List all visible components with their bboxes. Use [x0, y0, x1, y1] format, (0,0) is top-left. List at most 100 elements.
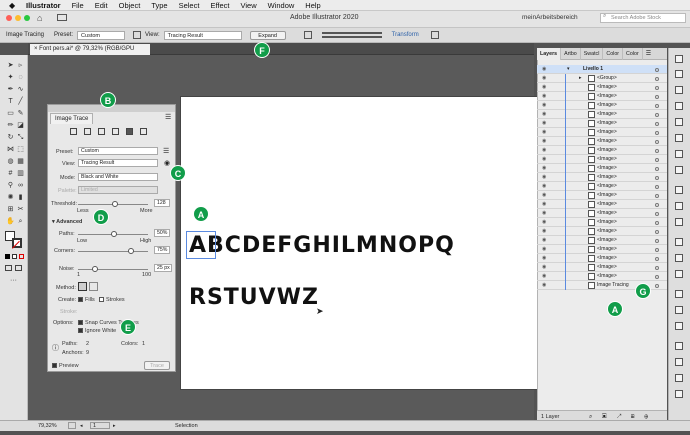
menu-app[interactable]: Illustrator [26, 1, 61, 10]
visibility-eye-icon[interactable]: ◉ [542, 254, 546, 263]
apple-icon[interactable]: ◆ [9, 1, 15, 10]
rectangle-tool-icon[interactable]: ▭ [6, 109, 15, 118]
visibility-eye-icon[interactable]: ◉ [542, 281, 546, 290]
paintbrush-icon[interactable]: ✎ [16, 109, 25, 118]
target-circle-icon[interactable] [655, 113, 659, 117]
layer-name[interactable]: <Image> [597, 101, 617, 110]
menu-type[interactable]: Type [151, 1, 167, 10]
visibility-eye-icon[interactable]: ◉ [542, 272, 546, 281]
fills-checkbox[interactable] [78, 297, 83, 302]
type-tool-icon[interactable]: T [6, 97, 15, 106]
symbols-panel-icon[interactable] [675, 134, 683, 142]
view-dropdown[interactable]: Tracing Result [163, 30, 242, 40]
eraser-icon[interactable]: ◪ [16, 121, 25, 130]
visibility-eye-icon[interactable]: ◉ [542, 119, 546, 128]
screen-mode-icon[interactable] [15, 265, 22, 271]
rotate-tool-icon[interactable]: ↻ [6, 133, 15, 142]
menu-file[interactable]: File [72, 1, 84, 10]
layer-name[interactable]: <Image> [597, 146, 617, 155]
document-tab[interactable]: × Font pers.ai* @ 79,32% (RGB/GPU Previe… [30, 44, 150, 63]
scale-tool-icon[interactable]: ⤡ [16, 133, 25, 142]
opentype-panel-icon[interactable] [675, 322, 683, 330]
layer-row[interactable]: ◉ <Image> [537, 101, 667, 110]
menu-effect[interactable]: Effect [210, 1, 229, 10]
trace-button[interactable]: Trace [144, 361, 170, 370]
target-circle-icon[interactable] [655, 149, 659, 153]
abutting-method-icon[interactable] [78, 282, 87, 291]
menu-window[interactable]: Window [268, 1, 295, 10]
visibility-eye-icon[interactable]: ◉ [542, 146, 546, 155]
grayscale-icon[interactable] [112, 128, 119, 135]
mode-select[interactable]: Black and White [78, 173, 158, 181]
layer-row[interactable]: ◉ <Image> [537, 200, 667, 209]
camera-icon[interactable] [84, 128, 91, 135]
libraries-icon[interactable] [675, 70, 683, 78]
more-tools-icon[interactable]: ··· [10, 277, 17, 284]
zoom-level[interactable]: 79,32% [38, 423, 57, 429]
layer-row[interactable]: ◉ <Image> [537, 263, 667, 272]
target-circle-icon[interactable] [655, 221, 659, 225]
width-tool-icon[interactable]: ⋈ [6, 145, 15, 154]
advanced-toggle[interactable]: ▾ Advanced [52, 219, 82, 225]
visibility-eye-icon[interactable]: ◉ [542, 173, 546, 182]
zoom-dropdown-icon[interactable] [68, 422, 76, 429]
gradient-tool-icon[interactable]: ▥ [16, 169, 25, 178]
visibility-eye-icon[interactable]: ◉ [542, 65, 546, 74]
brushes-panel-icon[interactable] [675, 118, 683, 126]
visibility-eye-icon[interactable]: ◉ [542, 110, 546, 119]
target-circle-icon[interactable] [655, 167, 659, 171]
visibility-eye-icon[interactable]: ◉ [542, 137, 546, 146]
target-circle-icon[interactable] [655, 86, 659, 90]
menu-edit[interactable]: Edit [95, 1, 108, 10]
visibility-eye-icon[interactable]: ◉ [542, 227, 546, 236]
layer-name[interactable]: <Image> [597, 83, 617, 92]
gradient-panel-icon[interactable] [675, 202, 683, 210]
pathfinder-icon[interactable] [675, 270, 683, 278]
target-circle-icon[interactable] [655, 203, 659, 207]
symbol-sprayer-icon[interactable]: ✺ [6, 193, 15, 202]
shape-builder-icon[interactable]: ◍ [6, 157, 15, 166]
layer-row[interactable]: ◉ <Image> [537, 191, 667, 200]
character-panel-icon[interactable] [675, 290, 683, 298]
layer-row[interactable]: ◉ <Image> [537, 137, 667, 146]
target-circle-icon[interactable] [655, 257, 659, 261]
layer-row[interactable]: ◉ <Image> [537, 236, 667, 245]
tab-color-guide[interactable]: Color [623, 47, 643, 60]
layer-row[interactable]: ◉ <Image> [537, 254, 667, 263]
visibility-eye-icon[interactable]: ◉ [542, 245, 546, 254]
zoom-window-icon[interactable] [24, 15, 30, 21]
noise-knob[interactable] [92, 266, 98, 272]
noise-field[interactable]: 25 px [154, 264, 172, 272]
current-tool-status[interactable]: Selection [175, 423, 198, 429]
target-circle-icon[interactable] [655, 266, 659, 270]
artboard-next-icon[interactable]: ▸ [113, 423, 116, 429]
layer-name[interactable]: <Image> [597, 119, 617, 128]
transparency-icon[interactable] [675, 218, 683, 226]
curvature-tool-icon[interactable]: ∿ [16, 85, 25, 94]
layer-row[interactable]: ◉ <Image> [537, 119, 667, 128]
layer-name[interactable]: <Image> [597, 263, 617, 272]
draw-mode-icon[interactable] [5, 265, 12, 271]
magic-wand-icon[interactable]: ✦ [6, 73, 15, 82]
align-panel-icon[interactable] [675, 238, 683, 246]
visibility-eye-icon[interactable]: ◉ [542, 101, 546, 110]
preset-select[interactable]: Custom [78, 147, 158, 155]
view-select[interactable]: Tracing Result [78, 159, 158, 167]
target-circle-icon[interactable] [655, 140, 659, 144]
align-buttons-icon[interactable] [321, 32, 382, 38]
target-circle-icon[interactable] [655, 212, 659, 216]
target-circle-icon[interactable] [655, 284, 659, 288]
visibility-eye-icon[interactable]: ◉ [542, 74, 546, 83]
layer-row[interactable]: ◉ <Image> [537, 218, 667, 227]
threshold-field[interactable]: 128 [154, 199, 170, 207]
layer-name[interactable]: <Image> [597, 191, 617, 200]
selection-bounding-box[interactable] [186, 231, 216, 259]
blend-tool-icon[interactable]: ∞ [16, 181, 25, 190]
visibility-eye-icon[interactable]: ◉ [542, 164, 546, 173]
target-circle-icon[interactable] [655, 230, 659, 234]
none-mode-icon[interactable] [19, 254, 24, 259]
pencil-icon[interactable]: ✏ [6, 121, 15, 130]
traced-letters-line1[interactable]: ABCDEFGHILMNOPQ [189, 233, 455, 258]
layer-name[interactable]: <Image> [597, 227, 617, 236]
layer-name[interactable]: <Image> [597, 92, 617, 101]
